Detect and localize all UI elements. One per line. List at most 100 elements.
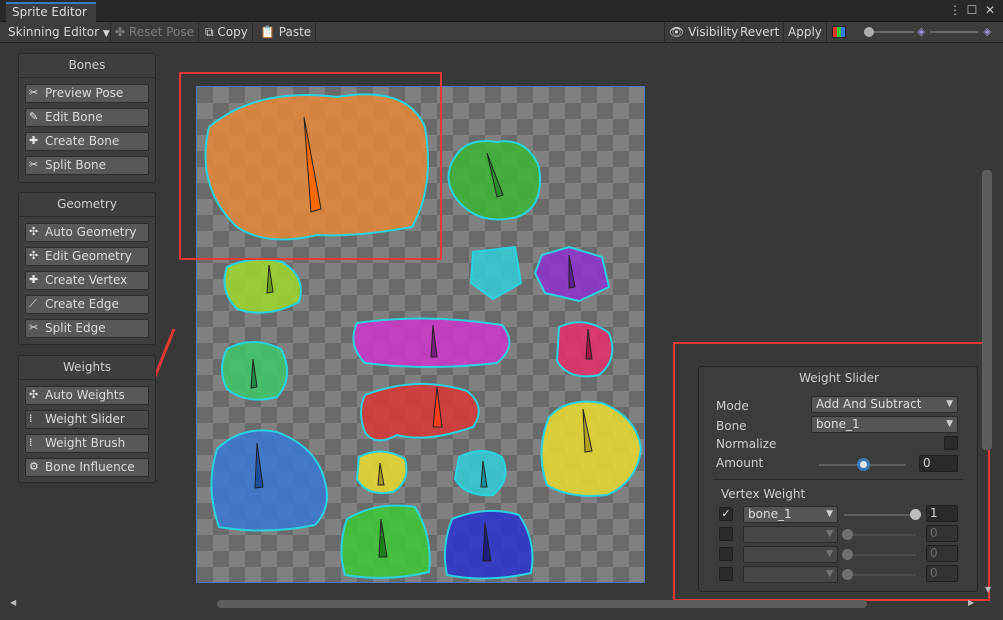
split-bone-label: Split Bone <box>45 158 106 172</box>
create-vertex-label: Create Vertex <box>45 273 128 287</box>
split-bone-icon: ✂ <box>29 158 39 171</box>
paste-button[interactable]: 📋 Paste <box>256 22 317 43</box>
mode-dropdown-field[interactable]: Add And Subtract ▼ <box>811 396 958 413</box>
weights-panel-title: Weights <box>19 356 155 380</box>
create-edge-icon: ⟋ <box>29 297 37 310</box>
split-edge-button[interactable]: ✂ Split Edge <box>25 319 149 338</box>
revert-button[interactable]: Revert <box>736 22 785 43</box>
vertex-weight-input-0[interactable]: 1 <box>926 505 958 522</box>
visibility-button[interactable]: 👁 Visibility <box>664 22 744 43</box>
mode-dropdown-label: Skinning Editor <box>8 25 99 39</box>
create-vertex-button[interactable]: ✚ Create Vertex <box>25 271 149 290</box>
tab-sprite-editor[interactable]: Sprite Editor <box>6 2 96 22</box>
close-icon[interactable]: ✕ <box>983 3 997 17</box>
bone-dropdown-field[interactable]: bone_1 ▼ <box>811 416 958 433</box>
vertex-weight-bone-dropdown-3[interactable]: ▼ <box>743 566 838 583</box>
auto-weights-button[interactable]: ✣ Auto Weights <box>25 386 149 405</box>
vertex-weight-checkbox-3[interactable] <box>719 567 733 581</box>
more-menu-icon[interactable]: ⋮ <box>948 3 962 17</box>
sprite-small-cyan <box>470 246 522 300</box>
normalize-label: Normalize <box>716 437 777 451</box>
chevron-down-icon: ▼ <box>102 29 110 39</box>
edit-geometry-button[interactable]: ✣ Edit Geometry <box>25 247 149 266</box>
edit-bone-button[interactable]: ✎ Edit Bone <box>25 108 149 127</box>
weight-slider-button[interactable]: ⁞ Weight Slider <box>25 410 149 429</box>
copy-icon: ⧉ <box>205 25 214 39</box>
chevron-down-icon: ▼ <box>946 399 953 409</box>
copy-label: Copy <box>217 25 248 39</box>
bone-value: bone_1 <box>816 417 860 431</box>
mode-label: Mode <box>716 399 749 413</box>
copy-button[interactable]: ⧉ Copy <box>201 22 253 43</box>
vertex-weight-slider-knob-3[interactable] <box>842 569 853 580</box>
reset-pose-icon: ✤ <box>115 25 126 39</box>
chevron-down-icon: ▼ <box>826 509 833 519</box>
amount-slider-knob[interactable] <box>857 458 870 471</box>
weights-panel: Weights ✣ Auto Weights ⁞ Weight Slider ⁞… <box>18 355 156 483</box>
bones-panel-title: Bones <box>19 54 155 78</box>
vertex-weight-slider-knob-2[interactable] <box>842 549 853 560</box>
color-channels-icon[interactable] <box>832 26 846 38</box>
visibility-label: Visibility <box>688 25 739 39</box>
reset-pose-button[interactable]: ✤ Reset Pose <box>110 22 200 43</box>
auto-geometry-label: Auto Geometry <box>45 225 137 239</box>
vertex-weight-checkbox-0[interactable]: ✓ <box>719 507 733 521</box>
edit-bone-icon: ✎ <box>29 110 39 123</box>
create-vertex-icon: ✚ <box>29 273 39 286</box>
horizontal-scrollbar[interactable] <box>217 600 867 608</box>
split-edge-label: Split Edge <box>45 321 106 335</box>
vertex-weight-bone-0: bone_1 <box>748 507 792 521</box>
vertex-weight-bone-dropdown-1[interactable]: ▼ <box>743 526 838 543</box>
scroll-left-icon[interactable]: ◀ <box>10 598 16 607</box>
vertex-weight-input-1[interactable]: 0 <box>926 525 958 542</box>
vertical-scrollbar[interactable] <box>982 170 992 450</box>
maximize-icon[interactable]: ☐ <box>965 3 979 17</box>
sprite-green-bottom <box>340 504 431 579</box>
bone-influence-button[interactable]: ⚙ Bone Influence <box>25 458 149 477</box>
window-titlebar: Sprite Editor ⋮ ☐ ✕ <box>0 0 1003 22</box>
auto-geometry-button[interactable]: ✣ Auto Geometry <box>25 223 149 242</box>
paste-icon: 📋 <box>260 25 275 39</box>
vertex-weight-checkbox-2[interactable] <box>719 547 733 561</box>
normalize-checkbox[interactable] <box>944 436 958 450</box>
vertex-weight-slider-knob-0[interactable] <box>910 509 921 520</box>
bones-panel: Bones ✂ Preview Pose ✎ Edit Bone ✚ Creat… <box>18 53 156 183</box>
create-edge-button[interactable]: ⟋ Create Edge <box>25 295 149 314</box>
create-bone-button[interactable]: ✚ Create Bone <box>25 132 149 151</box>
vertex-weight-bone-dropdown-2[interactable]: ▼ <box>743 546 838 563</box>
auto-weights-label: Auto Weights <box>45 388 125 402</box>
split-edge-icon: ✂ <box>29 321 39 334</box>
mode-dropdown[interactable]: Skinning Editor ▼ <box>4 22 112 43</box>
auto-weights-icon: ✣ <box>29 388 39 401</box>
bone-influence-label: Bone Influence <box>45 460 135 474</box>
weight-slider-panel: Weight Slider Mode Add And Subtract ▼ Bo… <box>698 366 978 592</box>
vertex-weight-slider-track-2[interactable] <box>844 554 916 556</box>
split-bone-button[interactable]: ✂ Split Bone <box>25 156 149 175</box>
sprite-lime <box>223 258 302 314</box>
sprite-cyan-round <box>454 450 507 497</box>
vertex-weight-bone-dropdown-0[interactable]: bone_1 ▼ <box>743 506 838 523</box>
bone-influence-icon: ⚙ <box>29 460 39 473</box>
vertex-weight-slider-knob-1[interactable] <box>842 529 853 540</box>
mip-slider-track[interactable] <box>930 31 978 33</box>
edit-bone-label: Edit Bone <box>45 110 103 124</box>
weight-brush-button[interactable]: ⁞ Weight Brush <box>25 434 149 453</box>
amount-input[interactable]: 0 <box>919 455 958 472</box>
preview-pose-icon: ✂ <box>29 86 39 99</box>
reset-pose-label: Reset Pose <box>128 25 195 39</box>
scroll-right-icon[interactable]: ▶ <box>968 598 974 607</box>
vertex-weight-slider-track-1[interactable] <box>844 534 916 536</box>
zoom-slider-knob[interactable] <box>864 27 874 37</box>
vertex-weight-input-3[interactable]: 0 <box>926 565 958 582</box>
preview-pose-button[interactable]: ✂ Preview Pose <box>25 84 149 103</box>
vertex-weight-slider-track-0[interactable] <box>844 514 916 516</box>
highlight-box-canvas <box>179 72 442 260</box>
mode-value: Add And Subtract <box>816 397 922 411</box>
vertex-weight-checkbox-1[interactable] <box>719 527 733 541</box>
vertex-weight-input-2[interactable]: 0 <box>926 545 958 562</box>
apply-button[interactable]: Apply <box>784 22 827 43</box>
scroll-down-icon[interactable]: ▼ <box>985 585 991 594</box>
amount-label: Amount <box>716 456 764 470</box>
chevron-down-icon: ▼ <box>826 569 833 579</box>
vertex-weight-slider-track-3[interactable] <box>844 574 916 576</box>
